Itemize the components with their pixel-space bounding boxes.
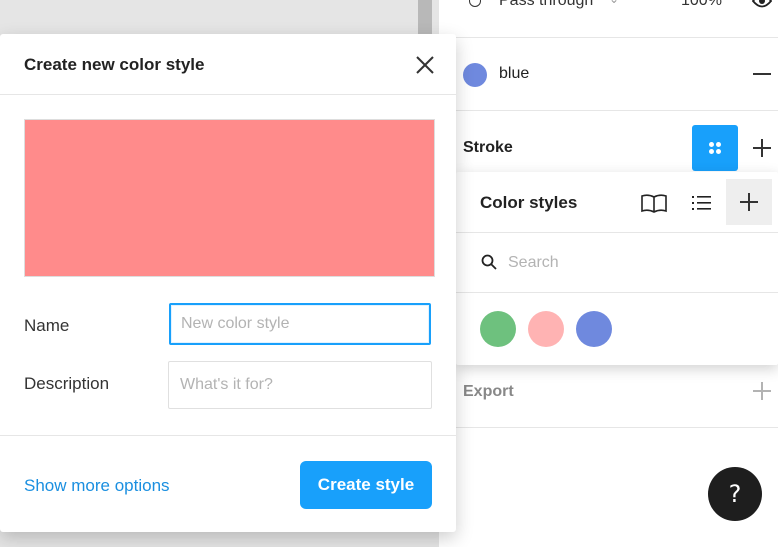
create-color-style-dialog: Create new color style Name Description … <box>0 34 456 532</box>
dialog-title: Create new color style <box>24 55 205 74</box>
show-more-options-link[interactable]: Show more options <box>24 476 170 496</box>
export-title: Export <box>463 383 514 400</box>
help-button[interactable]: ? <box>708 467 762 521</box>
fill-section: blue <box>439 38 778 111</box>
library-book-icon[interactable] <box>639 188 669 218</box>
list-view-icon[interactable] <box>687 188 717 218</box>
style-name-input[interactable] <box>169 303 431 345</box>
color-style-swatch-pink[interactable] <box>528 311 564 347</box>
search-icon <box>481 254 497 270</box>
style-description-input[interactable] <box>168 361 432 409</box>
eye-icon[interactable] <box>752 0 772 8</box>
add-export-icon[interactable] <box>753 382 771 400</box>
close-icon[interactable] <box>414 54 436 76</box>
color-styles-popover: Color styles <box>456 172 778 365</box>
color-styles-title: Color styles <box>480 193 578 212</box>
add-stroke-icon[interactable] <box>753 139 771 157</box>
styles-grid-icon <box>709 142 714 147</box>
add-color-style-button[interactable] <box>726 179 772 225</box>
dialog-footer: Show more options Create style <box>0 435 456 532</box>
plus-icon <box>740 193 758 211</box>
name-label: Name <box>24 316 70 335</box>
create-style-button[interactable]: Create style <box>300 461 432 509</box>
chevron-down-icon[interactable]: ⌄ <box>609 0 619 6</box>
dialog-header: Create new color style <box>0 34 456 95</box>
export-section: Export <box>439 365 778 428</box>
screen: Pass through ⌄ 100% blue Stroke Ex <box>0 0 778 547</box>
color-style-swatch-green[interactable] <box>480 311 516 347</box>
color-preview[interactable] <box>24 119 435 277</box>
style-picker-button[interactable] <box>692 125 738 171</box>
blend-mode-icon <box>469 0 481 7</box>
fill-style-swatch[interactable] <box>463 63 487 87</box>
fill-style-name[interactable]: blue <box>499 65 529 83</box>
layer-section: Pass through ⌄ 100% <box>439 0 778 38</box>
remove-fill-icon[interactable] <box>753 73 771 75</box>
blend-mode-select[interactable]: Pass through <box>499 0 593 10</box>
search-input[interactable] <box>508 251 758 275</box>
layer-opacity-input[interactable]: 100% <box>681 0 722 10</box>
color-styles-header: Color styles <box>456 172 778 233</box>
description-label: Description <box>24 374 110 393</box>
color-styles-search <box>456 233 778 293</box>
stroke-title: Stroke <box>463 139 513 156</box>
color-style-swatch-blue[interactable] <box>576 311 612 347</box>
